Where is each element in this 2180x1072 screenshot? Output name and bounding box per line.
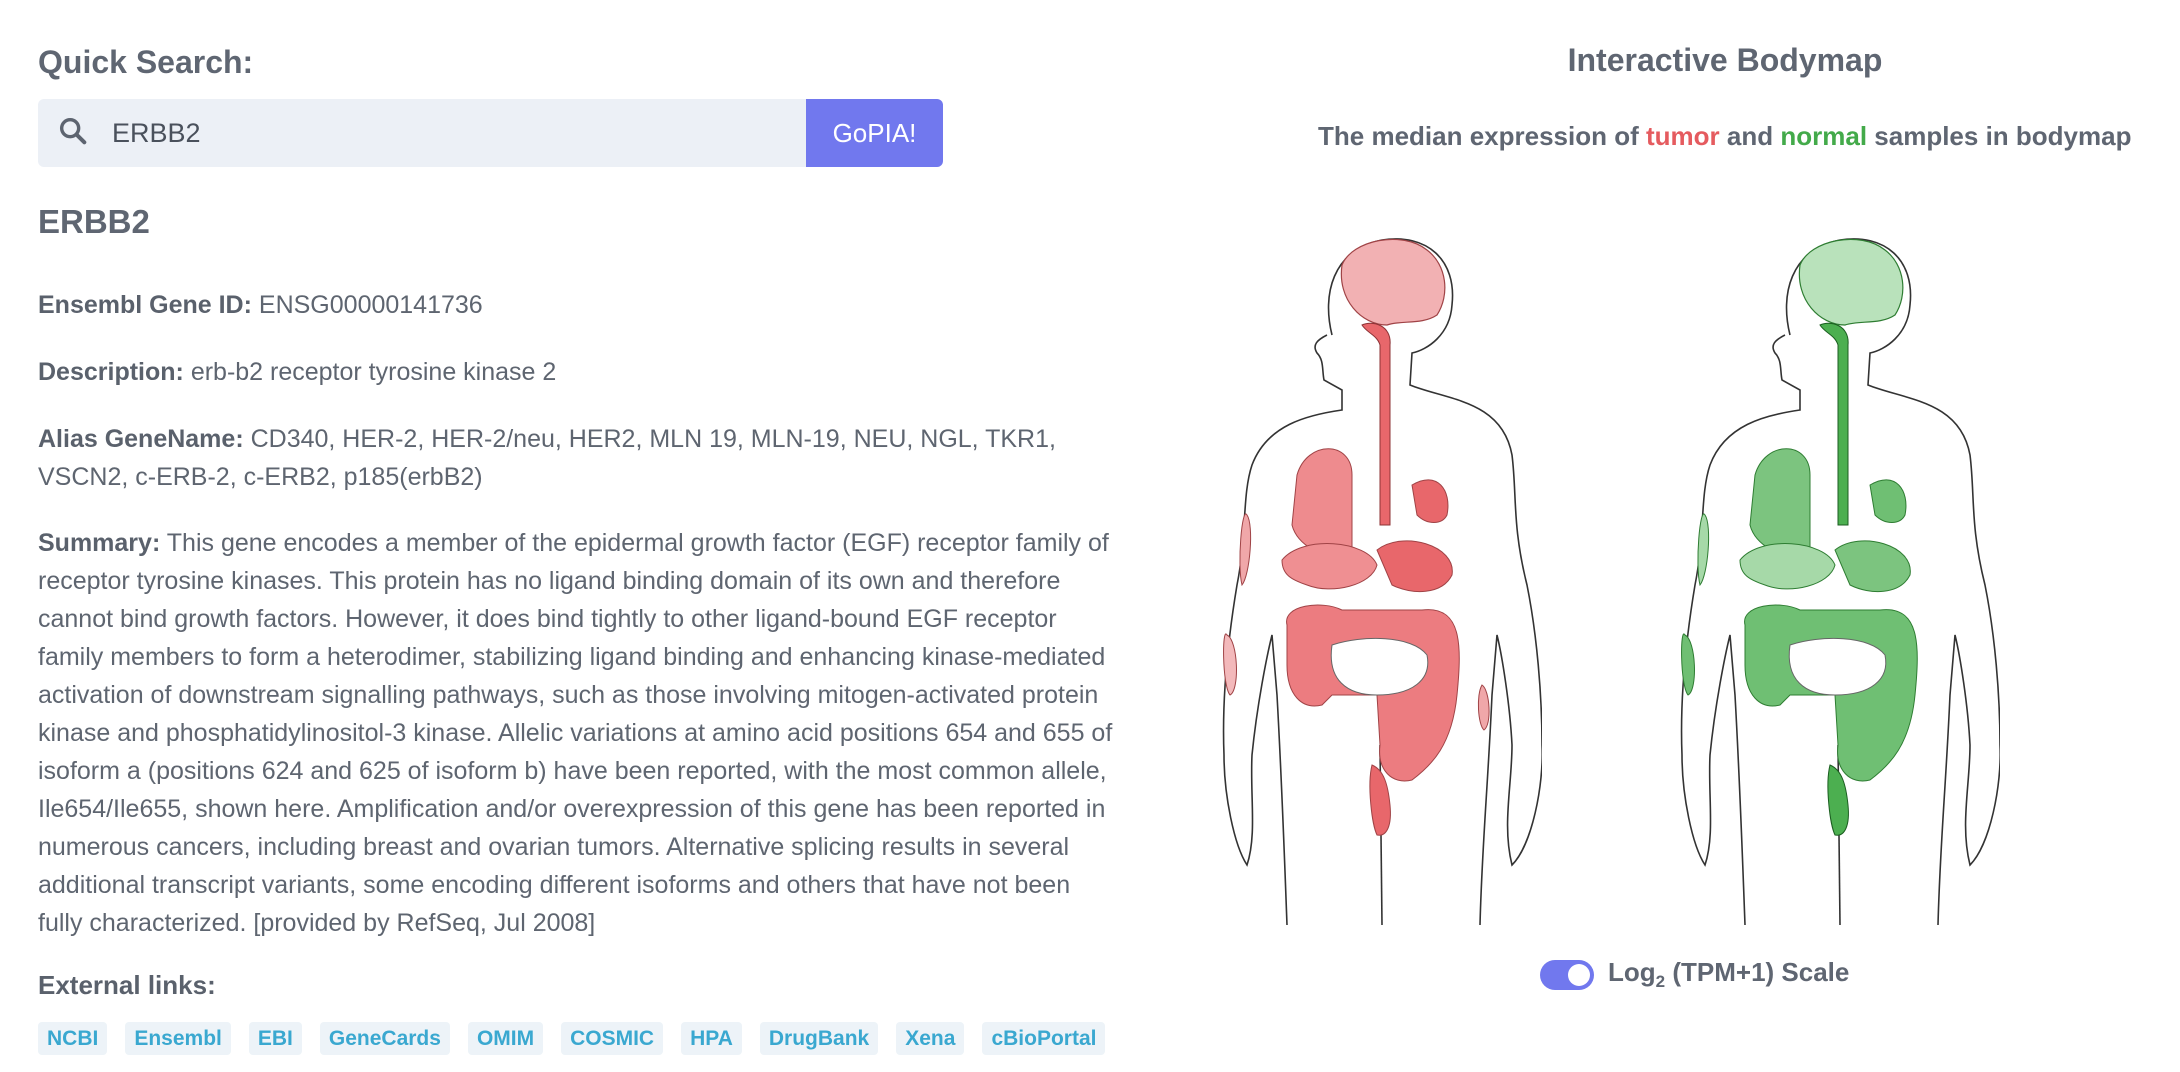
link-hpa[interactable]: HPA [681,1022,742,1055]
link-omim[interactable]: OMIM [467,1022,544,1055]
log-scale-label: Log2 (TPM+1) Scale [1608,957,1849,992]
bodymap-subtitle: The median expression of tumor and norma… [1318,121,2131,152]
link-ebi[interactable]: EBI [248,1022,302,1055]
subtitle-tumor-label: tumor [1645,121,1720,151]
description-value: erb-b2 receptor tyrosine kinase 2 [190,358,557,386]
gene-info-panel: Quick Search: GoPIA! ERBB2 Ensembl Gene … [38,40,1118,1055]
scale-label-sub: 2 [1655,972,1666,992]
summary-field: Summary: This gene encodes a member of t… [38,524,1118,942]
search-field[interactable] [38,99,806,167]
normal-bodymap-figure[interactable] [1670,225,2000,925]
summary-value: This gene encodes a member of the epider… [38,529,1113,937]
alias-label: Alias GeneName: [38,425,244,453]
link-drugbank[interactable]: DrugBank [759,1022,879,1055]
summary-label: Summary: [38,529,161,557]
description-label: Description: [38,358,184,386]
alias-field: Alias GeneName: CD340, HER-2, HER-2/neu,… [38,420,1118,496]
external-links-heading: External links: [38,970,216,1000]
scale-label-rest: (TPM+1) Scale [1665,957,1850,987]
ensembl-id-field: Ensembl Gene ID: ENSG00000141736 [38,286,1118,324]
log-scale-toggle[interactable] [1540,959,1594,990]
subtitle-normal-label: normal [1780,121,1868,151]
subtitle-prefix: The median expression of [1318,121,1639,151]
subtitle-suffix: samples in bodymap [1874,121,2132,151]
tumor-bodymap-figure[interactable] [1212,225,1542,925]
bodymap-title: Interactive Bodymap [1567,42,1883,78]
subtitle-and: and [1726,121,1774,151]
search-input[interactable] [110,116,754,150]
link-genecards[interactable]: GeneCards [319,1022,450,1055]
link-cosmic[interactable]: COSMIC [561,1022,664,1055]
link-cbioportal[interactable]: cBioPortal [982,1022,1106,1055]
ensembl-id-label: Ensembl Gene ID: [38,291,252,319]
description-field: Description: erb-b2 receptor tyrosine ki… [38,353,1118,391]
search-bar: GoPIA! [38,99,943,167]
scale-label-log: Log [1608,957,1656,987]
link-xena[interactable]: Xena [896,1022,965,1055]
bodymap-panel: Interactive Bodymap The median expressio… [1180,0,2180,1072]
gene-symbol-title: ERBB2 [38,203,150,240]
log-scale-toggle-row: Log2 (TPM+1) Scale [1540,957,1849,992]
link-ncbi[interactable]: NCBI [38,1022,108,1055]
ensembl-id-value: ENSG00000141736 [258,291,483,319]
link-ensembl[interactable]: Ensembl [125,1022,231,1055]
toggle-knob [1568,963,1590,986]
quick-search-heading: Quick Search: [38,44,254,80]
external-links-list: NCBI Ensembl EBI GeneCards OMIM COSMIC H… [38,1022,1106,1055]
gopia-button[interactable]: GoPIA! [806,99,943,167]
search-icon [56,114,90,153]
